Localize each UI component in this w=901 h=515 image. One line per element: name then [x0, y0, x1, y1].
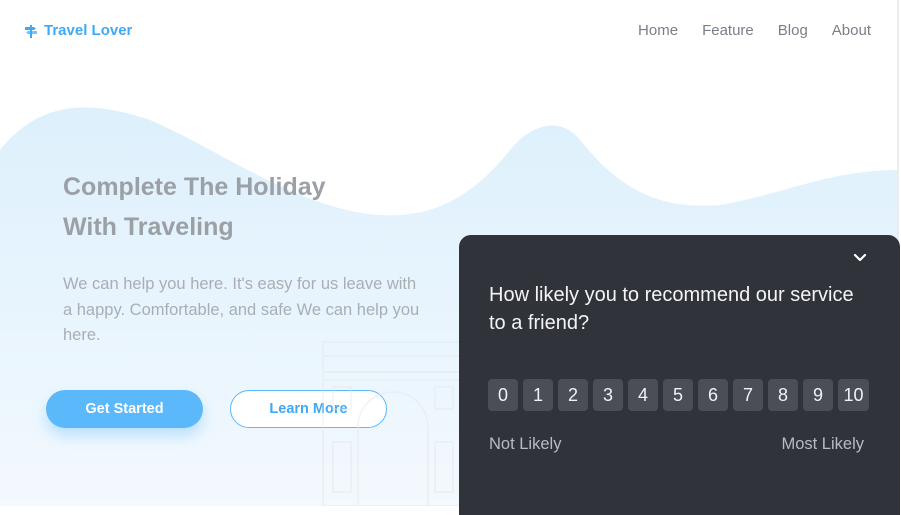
get-started-button[interactable]: Get Started [46, 390, 203, 428]
nav-home[interactable]: Home [638, 22, 678, 39]
rating-9[interactable]: 9 [803, 379, 833, 411]
nav-blog[interactable]: Blog [778, 22, 808, 39]
chevron-down-icon [853, 253, 867, 261]
survey-question: How likely you to recommend our service … [489, 284, 854, 334]
rating-5[interactable]: 5 [663, 379, 693, 411]
collapse-button[interactable] [850, 247, 870, 267]
scale-high-label: Most Likely [781, 435, 864, 453]
rating-2[interactable]: 2 [558, 379, 588, 411]
rating-7[interactable]: 7 [733, 379, 763, 411]
rating-scale: 0 1 2 3 4 5 6 7 8 9 10 [488, 379, 869, 411]
hero-title-line2: With Traveling [63, 213, 234, 241]
main-nav: Home Feature Blog About [638, 22, 871, 39]
hero-title-line1: Complete The Holiday [63, 173, 326, 201]
brand-name: Travel Lover [44, 22, 133, 39]
nav-feature[interactable]: Feature [702, 22, 754, 39]
hero-title: Complete The Holiday With Traveling [63, 167, 393, 247]
rating-0[interactable]: 0 [488, 379, 518, 411]
rating-6[interactable]: 6 [698, 379, 728, 411]
rating-1[interactable]: 1 [523, 379, 553, 411]
nav-about[interactable]: About [832, 22, 871, 39]
rating-4[interactable]: 4 [628, 379, 658, 411]
scale-low-label: Not Likely [489, 435, 562, 453]
arch-illustration [322, 341, 464, 506]
signpost-icon [25, 24, 37, 38]
nps-survey-panel: How likely you to recommend our service … [459, 235, 900, 515]
rating-8[interactable]: 8 [768, 379, 798, 411]
rating-10[interactable]: 10 [838, 379, 869, 411]
brand-logo[interactable]: Travel Lover [24, 22, 132, 39]
rating-3[interactable]: 3 [593, 379, 623, 411]
